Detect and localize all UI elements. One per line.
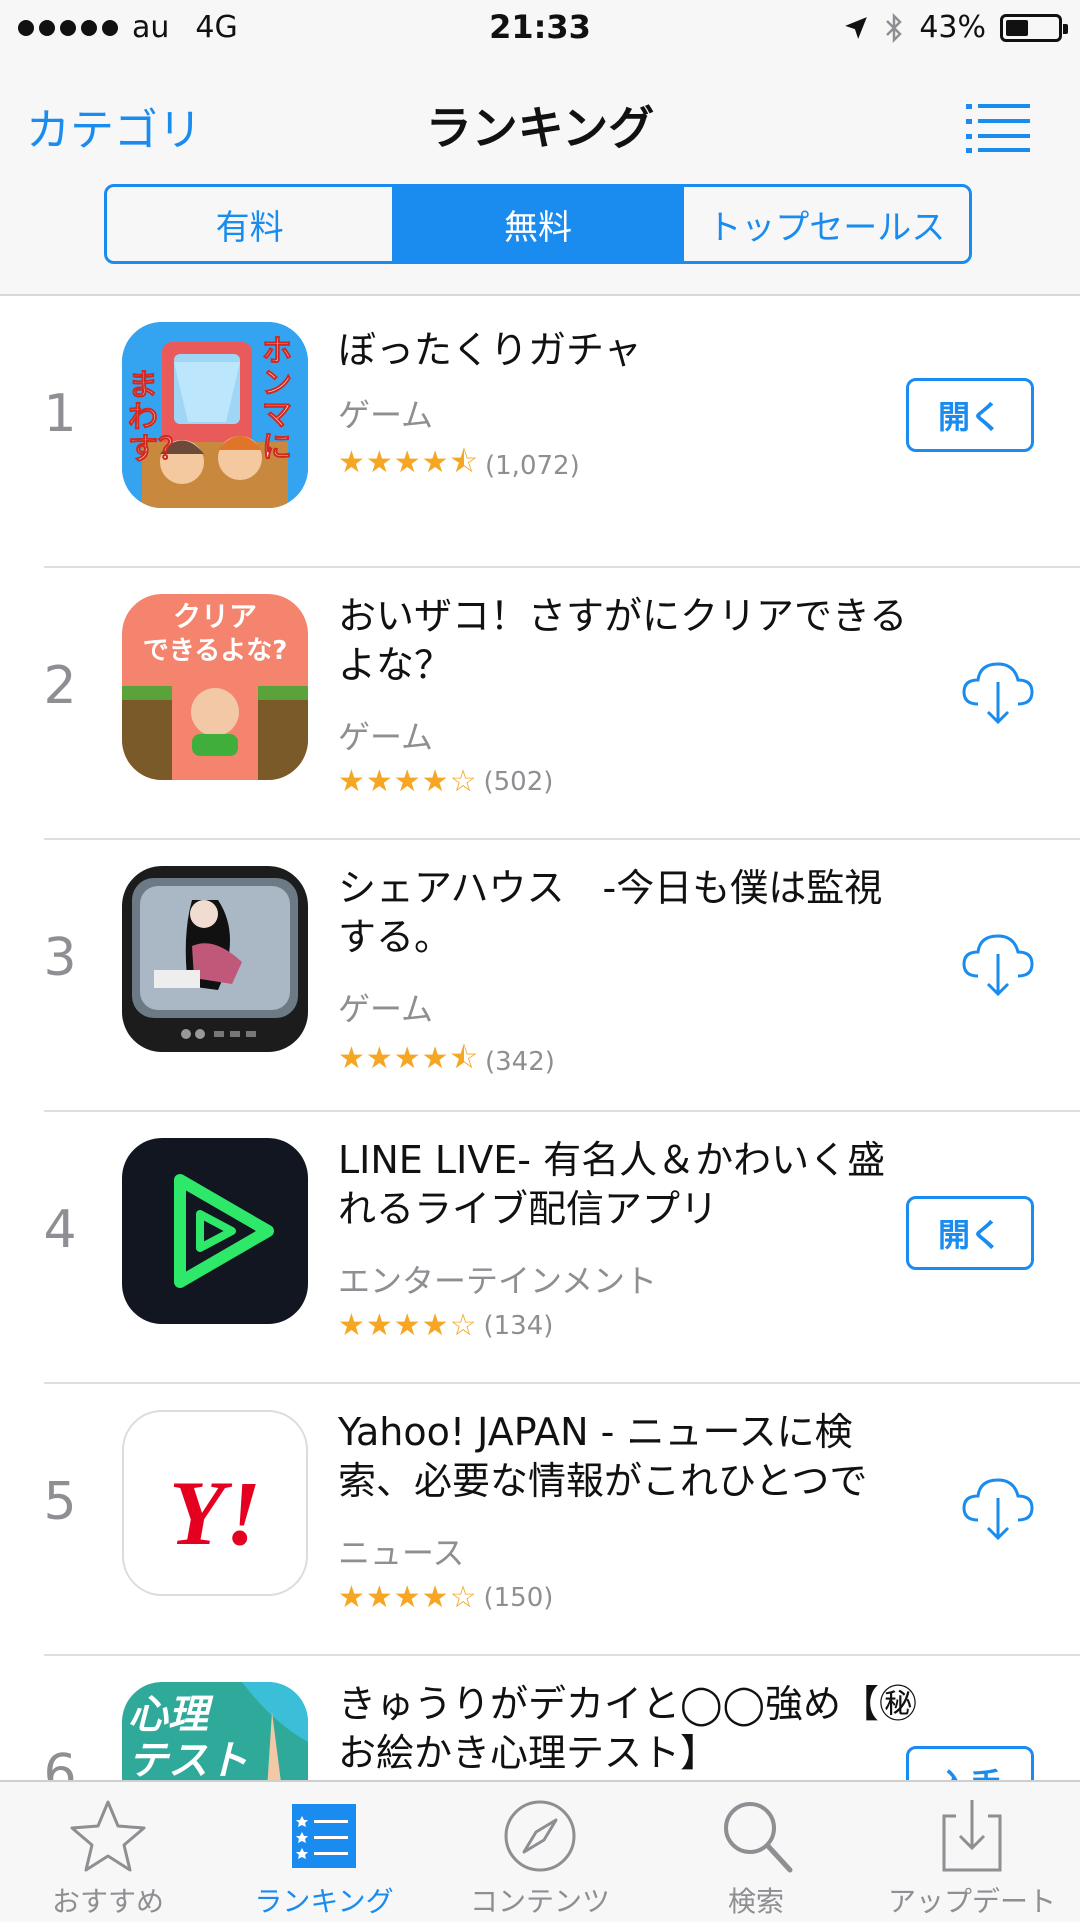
tab-ranking[interactable]: ランキング [216, 1782, 432, 1922]
tab-featured[interactable]: おすすめ [0, 1782, 216, 1922]
rank-number: 3 [43, 928, 77, 988]
ranking-list[interactable]: 1 ホンマに まわす？ ぼったくりガチャ ゲーム ★★★★⯪ (1,072) 開… [0, 296, 1080, 1780]
icon-caption: ホンマに [262, 334, 293, 465]
app-name[interactable]: きゅうりがデカイと◯◯強め【㊙お絵かき心理テスト】 [338, 1680, 918, 1778]
list-item[interactable]: 1 ホンマに まわす？ ぼったくりガチャ ゲーム ★★★★⯪ (1,072) 開… [0, 296, 1080, 568]
app-icon-psych-test[interactable]: 心理 テスト [122, 1682, 308, 1780]
battery-percent: 43% [919, 10, 986, 45]
icon-caption: できるよな? [142, 636, 288, 666]
icon-caption: 心理 [128, 1692, 208, 1738]
cloud-download-icon[interactable] [958, 922, 1038, 1002]
open-button[interactable]: 開く [906, 378, 1034, 452]
list-item[interactable]: 3 シェアハウス -今日も僕は監視する。 ゲーム ★★★★⯪ (342) [0, 840, 1080, 1112]
rating-stars: ★★★★☆ [338, 1580, 478, 1615]
app-name[interactable]: LINE LIVE- 有名人＆かわいく盛れるライブ配信アプリ [338, 1136, 918, 1234]
open-button[interactable]: 開く [906, 1196, 1034, 1270]
tab-label: 検索 [727, 1885, 784, 1918]
battery-icon [1000, 13, 1068, 42]
review-count: (1,072) [485, 450, 580, 481]
get-button[interactable]: 入手 [906, 1746, 1034, 1780]
app-name[interactable]: おいザコ！さすがにクリアできるよな？ [338, 592, 918, 690]
app-category: エンターテインメント [338, 1262, 658, 1300]
list-item[interactable]: 2 クリア できるよな? おいザコ！さすがにクリアできるよな？ ゲーム ★★★★… [0, 568, 1080, 840]
cloud-download-icon[interactable] [958, 1466, 1038, 1546]
rating-stars: ★★★★⯪ [338, 1041, 479, 1076]
list-item[interactable]: 4 LINE LIVE- 有名人＆かわいく盛れるライブ配信アプリ エンターテイン… [0, 1112, 1080, 1384]
status-bar-right: 43% [843, 10, 1068, 45]
battery-level [1006, 19, 1028, 36]
price-segmented-control: 有料 無料 トップセールス [104, 184, 972, 264]
app-category: ゲーム [338, 396, 434, 434]
rank-number: 2 [43, 656, 77, 716]
rank-number: 6 [43, 1744, 77, 1780]
tab-updates[interactable]: アップデート [864, 1782, 1080, 1922]
yahoo-logo: Y! [169, 1462, 261, 1564]
app-rating: ★★★★☆ (502) [338, 764, 553, 799]
status-bar: au 4G 21:33 43% [0, 0, 1080, 58]
tab-search[interactable]: 検索 [648, 1782, 864, 1922]
app-icon-gacha[interactable]: ホンマに まわす？ [122, 322, 308, 508]
app-category: ゲーム [338, 990, 434, 1028]
icon-caption: テスト [128, 1738, 248, 1780]
search-icon [724, 1802, 793, 1873]
app-icon-line-live[interactable] [122, 1138, 308, 1324]
bluetooth-icon [886, 12, 903, 43]
rank-number: 4 [43, 1200, 77, 1260]
app-name[interactable]: Yahoo! JAPAN - ニュースに検索、必要な情報がこれひとつで [338, 1408, 918, 1506]
app-name[interactable]: ぼったくりガチャ [338, 326, 918, 375]
app-rating: ★★★★☆ (150) [338, 1580, 553, 1615]
list-item[interactable]: 6 心理 テスト きゅうりがデカイと◯◯強め【㊙お絵かき心理テスト】 入手 [0, 1656, 1080, 1780]
list-item[interactable]: 5 Y! Yahoo! JAPAN - ニュースに検索、必要な情報がこれひとつで… [0, 1384, 1080, 1656]
page-title: ランキング [425, 101, 655, 155]
review-count: (150) [483, 1582, 554, 1613]
rank-number: 5 [43, 1472, 77, 1532]
app-rating: ★★★★⯪ (342) [338, 1036, 555, 1087]
location-arrow-icon [845, 16, 868, 39]
review-count: (134) [483, 1310, 554, 1341]
app-category: ニュース [338, 1534, 465, 1572]
nav-bar: カテゴリ ランキング 有料 無料 トップセールス [0, 58, 1080, 296]
tab-label: ランキング [254, 1885, 394, 1918]
app-rating: ★★★★☆ (134) [338, 1308, 553, 1343]
ranking-list-icon [292, 1804, 356, 1868]
tab-contents[interactable]: コンテンツ [432, 1782, 648, 1922]
rank-number: 1 [43, 384, 77, 444]
compass-icon [504, 1800, 576, 1872]
segment-top-grossing[interactable]: トップセールス [684, 187, 969, 261]
segment-free[interactable]: 無料 [395, 187, 684, 261]
list-menu-icon[interactable] [966, 102, 1030, 154]
segment-paid[interactable]: 有料 [107, 187, 396, 261]
tv-icon [122, 866, 308, 1052]
tab-label: アップデート [887, 1885, 1056, 1918]
star-icon [70, 1800, 146, 1872]
app-icon-sharehouse[interactable] [122, 866, 308, 1052]
rating-stars: ★★★★☆ [338, 764, 478, 799]
tab-label: コンテンツ [469, 1885, 610, 1918]
play-icon [122, 1138, 308, 1324]
app-icon-clear[interactable]: クリア できるよな? [122, 594, 308, 780]
app-name[interactable]: シェアハウス -今日も僕は監視する。 [338, 864, 918, 962]
review-count: (502) [483, 766, 554, 797]
cloud-download-icon[interactable] [958, 650, 1038, 730]
icon-caption: クリア [172, 600, 257, 633]
app-icon-yahoo[interactable]: Y! [122, 1410, 308, 1596]
tab-bar: おすすめ ランキング コンテンツ 検索 アップデート [0, 1780, 1080, 1922]
tab-label: おすすめ [51, 1885, 164, 1918]
app-rating: ★★★★⯪ (1,072) [338, 440, 580, 491]
rating-stars: ★★★★☆ [338, 1308, 478, 1343]
app-category: ゲーム [338, 718, 434, 756]
updates-icon [942, 1800, 1002, 1872]
icon-caption: まわす？ [128, 368, 189, 467]
review-count: (342) [485, 1046, 555, 1077]
rating-stars: ★★★★⯪ [338, 445, 479, 480]
